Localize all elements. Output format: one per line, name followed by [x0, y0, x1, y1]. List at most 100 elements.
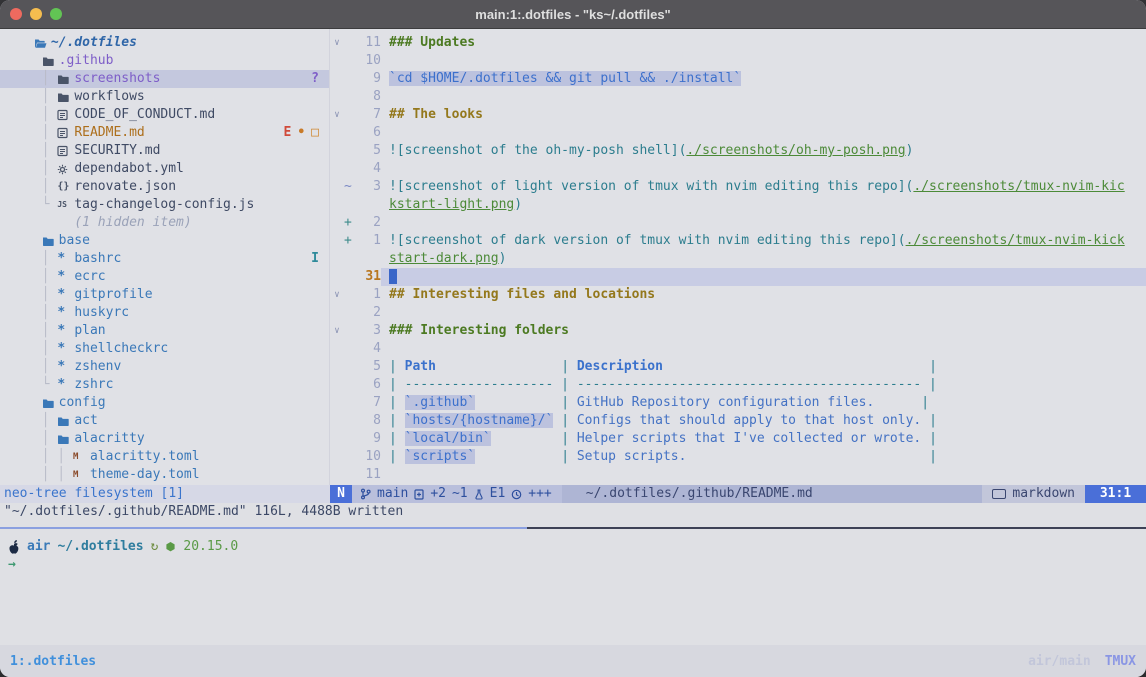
sidebar-item-label: base	[59, 232, 90, 250]
editor-line[interactable]: +1![screenshot of dark version of tmux w…	[330, 232, 1146, 250]
sidebar-item-screenshots[interactable]: │ screenshots?	[0, 70, 329, 88]
shell-pane[interactable]: air ~/.dotfiles ↻ 20.15.0 →	[0, 521, 1146, 645]
sidebar-item-renovate-json[interactable]: │ {}renovate.json	[0, 178, 329, 196]
sidebar-item-alacritty[interactable]: │ alacritty	[0, 430, 329, 448]
fold-marker-icon[interactable]: ∨	[330, 322, 344, 340]
fold-column	[330, 448, 344, 466]
editor-line[interactable]: 6	[330, 124, 1146, 142]
toml-icon: M	[73, 448, 90, 466]
sidebar-item-huskyrc[interactable]: │ *huskyrc	[0, 304, 329, 322]
editor-line[interactable]: 4	[330, 160, 1146, 178]
syntax-segment	[663, 359, 929, 374]
syntax-segment: `.github`	[405, 395, 475, 410]
minimize-button[interactable]	[30, 8, 42, 20]
fold-column	[330, 124, 344, 142]
syntax-segment: kstart-light.png	[389, 197, 514, 212]
zoom-button[interactable]	[50, 8, 62, 20]
sidebar-item-zshenv[interactable]: │ *zshenv	[0, 358, 329, 376]
sidebar-item-label: CODE_OF_CONDUCT.md	[74, 106, 215, 124]
editor-line[interactable]: start-dark.png)	[330, 250, 1146, 268]
line-number: 7	[355, 394, 381, 412]
editor-line[interactable]: ∨ 3### Interesting folders	[330, 322, 1146, 340]
filetype-label: markdown	[1012, 485, 1075, 503]
sidebar-item-label: plan	[74, 322, 105, 340]
sidebar-item-alacritty-toml[interactable]: │ │ Malacritty.toml	[0, 448, 329, 466]
asterisk-icon: *	[57, 376, 74, 394]
tmux-window-tab[interactable]: 1:.dotfiles	[10, 654, 96, 669]
line-number	[355, 196, 381, 214]
sidebar-item-gitprofile[interactable]: │ *gitprofile	[0, 286, 329, 304]
sign-column	[344, 250, 355, 268]
prompt-input[interactable]: →	[0, 556, 1146, 574]
fold-marker-icon[interactable]: ∨	[330, 286, 344, 304]
sign-column	[344, 430, 355, 448]
editor-line[interactable]: 8	[330, 88, 1146, 106]
editor-line[interactable]: 5![screenshot of the oh-my-posh shell](.…	[330, 142, 1146, 160]
tmux-session-name: air/main	[1028, 654, 1091, 669]
sidebar-item-readme-md[interactable]: │ README.mdE•□	[0, 124, 329, 142]
sidebar-item-security-md[interactable]: │ SECURITY.md	[0, 142, 329, 160]
sidebar-item-zshrc[interactable]: └ *zshrc	[0, 376, 329, 394]
git-extra: +++	[528, 485, 551, 503]
syntax-segment: |	[921, 395, 929, 410]
sidebar-item-workflows[interactable]: │ workflows	[0, 88, 329, 106]
syntax-segment: |	[929, 431, 937, 446]
line-text	[381, 88, 1146, 106]
editor-line[interactable]: 6| ------------------- | ---------------…	[330, 376, 1146, 394]
terminal-content: ~/.dotfiles .github │ screenshots? │ wor…	[0, 29, 1146, 677]
sidebar-item-shellcheckrc[interactable]: │ *shellcheckrc	[0, 340, 329, 358]
editor-line[interactable]: 9| `local/bin` | Helper scripts that I'v…	[330, 430, 1146, 448]
sidebar-item-plan[interactable]: │ *plan	[0, 322, 329, 340]
folder-open-icon	[34, 38, 51, 49]
sidebar-item--dotfiles[interactable]: ~/.dotfiles	[0, 34, 329, 52]
sidebar-item-theme-day-toml[interactable]: │ │ Mtheme-day.toml	[0, 466, 329, 484]
sidebar-item-tag-changelog-config-js[interactable]: └ JStag-changelog-config.js	[0, 196, 329, 214]
sidebar-item-dependabot-yml[interactable]: │ dependabot.yml	[0, 160, 329, 178]
editor-line[interactable]: 10	[330, 52, 1146, 70]
sidebar-item-ecrc[interactable]: │ *ecrc	[0, 268, 329, 286]
fold-marker-icon[interactable]: ∨	[330, 34, 344, 52]
sidebar-item-act[interactable]: │ act	[0, 412, 329, 430]
sign-column	[344, 142, 355, 160]
editor-line[interactable]: 31	[330, 268, 1146, 286]
editor-line[interactable]: 2	[330, 304, 1146, 322]
line-text: ## Interesting files and locations	[381, 286, 1146, 304]
tmux-pane-border[interactable]	[0, 527, 1146, 529]
close-button[interactable]	[10, 8, 22, 20]
gitsign-changed: ~	[344, 178, 355, 196]
tree-guide: │	[26, 250, 57, 268]
sidebar-item-config[interactable]: config	[0, 394, 329, 412]
editor-line[interactable]: ~3![screenshot of light version of tmux …	[330, 178, 1146, 196]
syntax-segment: |	[561, 449, 577, 464]
editor-line[interactable]: 11	[330, 466, 1146, 484]
editor-line[interactable]: 10| `scripts` | Setup scripts. |	[330, 448, 1146, 466]
editor-line[interactable]: kstart-light.png)	[330, 196, 1146, 214]
editor-line[interactable]: ∨ 7## The looks	[330, 106, 1146, 124]
editor-line[interactable]: 7| `.github` | GitHub Repository configu…	[330, 394, 1146, 412]
editor-line[interactable]: +2	[330, 214, 1146, 232]
editor-line[interactable]: 4	[330, 340, 1146, 358]
asterisk-icon: *	[57, 340, 74, 358]
git-status-segment: main +2 ~1 E1 +++	[352, 485, 562, 503]
editor-line[interactable]: ∨ 11### Updates	[330, 34, 1146, 52]
sidebar-item--github[interactable]: .github	[0, 52, 329, 70]
line-text: ![screenshot of the oh-my-posh shell](./…	[381, 142, 1146, 160]
sidebar-item-label: act	[74, 412, 97, 430]
line-number: 6	[355, 124, 381, 142]
sidebar-item-bashrc[interactable]: │ *bashrcI	[0, 250, 329, 268]
tmux-badge: TMUX	[1105, 654, 1136, 669]
line-number: 3	[355, 322, 381, 340]
editor-line[interactable]: ∨ 1## Interesting files and locations	[330, 286, 1146, 304]
line-text: | Path | Description |	[381, 358, 1146, 376]
editor-line[interactable]: 8| `hosts/{hostname}/` | Configs that sh…	[330, 412, 1146, 430]
editor-line[interactable]: 5| Path | Description |	[330, 358, 1146, 376]
status-badges: ?	[311, 70, 329, 88]
sidebar-item--1-hidden-item-[interactable]: (1 hidden item)	[0, 214, 329, 232]
mode-indicator: N	[330, 485, 352, 503]
sign-column	[344, 286, 355, 304]
editor-line[interactable]: 9`cd $HOME/.dotfiles && git pull && ./in…	[330, 70, 1146, 88]
fold-marker-icon[interactable]: ∨	[330, 106, 344, 124]
sidebar-item-base[interactable]: base	[0, 232, 329, 250]
syntax-segment: |	[561, 359, 577, 374]
sidebar-item-code-of-conduct-md[interactable]: │ CODE_OF_CONDUCT.md	[0, 106, 329, 124]
